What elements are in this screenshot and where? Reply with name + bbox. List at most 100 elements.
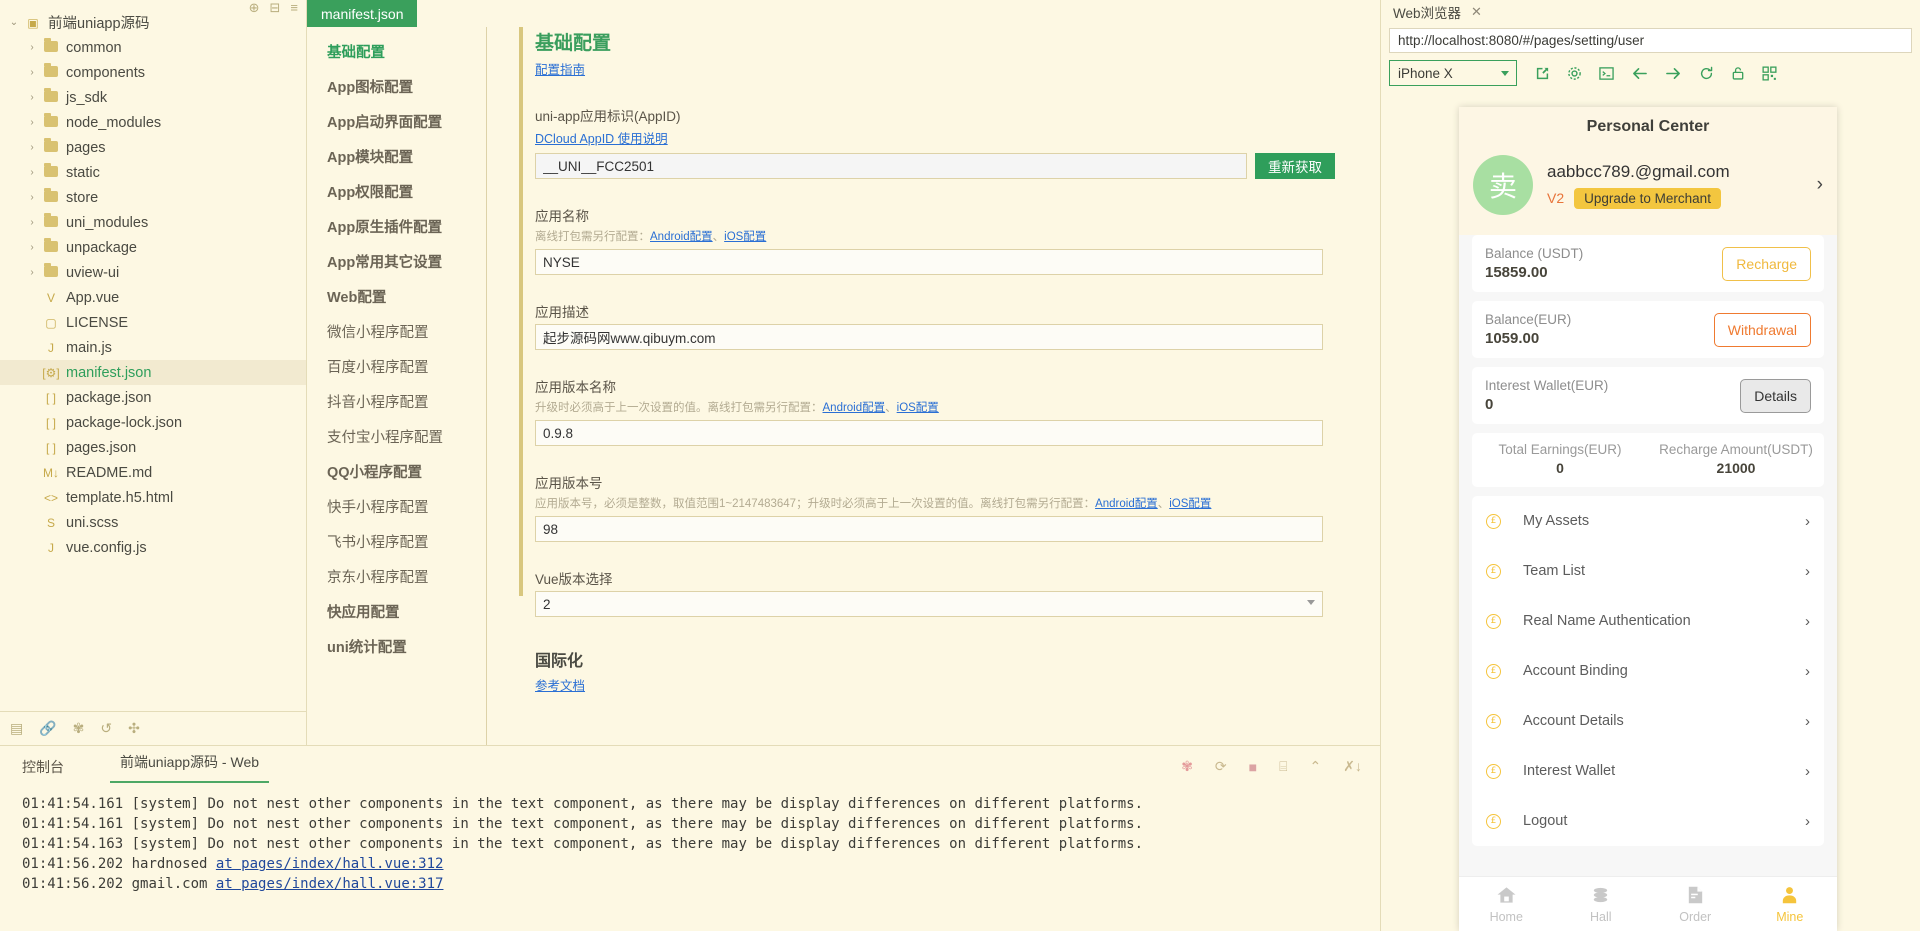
menu-item-account-binding[interactable]: £Account Binding› (1472, 646, 1824, 696)
tree-item-pages-json[interactable]: [ ]pages.json (0, 435, 306, 460)
chevron-down-icon[interactable]: ⌄ (6, 17, 22, 28)
config-nav-item-App图标配置[interactable]: App图标配置 (307, 71, 486, 106)
menu-item-account-details[interactable]: £Account Details› (1472, 696, 1824, 746)
versionname-input[interactable] (535, 420, 1323, 446)
bug-icon[interactable]: ✾ (73, 720, 85, 737)
config-nav-item-App权限配置[interactable]: App权限配置 (307, 176, 486, 211)
collapse-icon[interactable]: ⊟ (270, 1, 281, 14)
popout-icon[interactable] (1535, 66, 1550, 81)
tree-item-package-json[interactable]: [ ]package.json (0, 385, 306, 410)
config-nav-item-App原生插件配置[interactable]: App原生插件配置 (307, 211, 486, 246)
config-nav-item-百度小程序配置[interactable]: 百度小程序配置 (307, 351, 486, 386)
tab-manifest-json[interactable]: manifest.json (307, 0, 417, 27)
ios-config-link-3[interactable]: iOS配置 (1169, 498, 1211, 510)
qrcode-icon[interactable] (1762, 66, 1777, 81)
chevron-right-icon[interactable]: › (24, 92, 40, 103)
config-nav-item-飞书小程序配置[interactable]: 飞书小程序配置 (307, 526, 486, 561)
chevron-right-icon[interactable]: › (24, 117, 40, 128)
tree-item-uview-ui[interactable]: ›uview-ui (0, 260, 306, 285)
browser-tab[interactable]: Web浏览器 ✕ (1387, 2, 1488, 22)
upgrade-to-merchant-button[interactable]: Upgrade to Merchant (1574, 188, 1721, 209)
config-guide-link[interactable]: 配置指南 (535, 63, 585, 77)
link-icon[interactable]: 🔗 (39, 720, 56, 737)
console-tab-web[interactable]: 前端uniapp源码 - Web (110, 752, 269, 783)
chevron-right-icon[interactable]: › (1817, 174, 1823, 196)
tree-item-app-vue[interactable]: VApp.vue (0, 285, 306, 310)
regenerate-appid-button[interactable]: 重新获取 (1255, 153, 1335, 179)
i18n-doc-link[interactable]: 参考文档 (535, 679, 585, 693)
config-nav-item-uni统计配置[interactable]: uni统计配置 (307, 631, 486, 666)
config-nav-item-App启动界面配置[interactable]: App启动界面配置 (307, 106, 486, 141)
tree-item-uni-scss[interactable]: Suni.scss (0, 510, 306, 535)
tree-item-store[interactable]: ›store (0, 185, 306, 210)
stop-icon[interactable]: ■ (1249, 759, 1257, 775)
refresh-icon[interactable]: ↺ (100, 720, 112, 737)
tree-item-node-modules[interactable]: ›node_modules (0, 110, 306, 135)
chevron-right-icon[interactable]: › (24, 267, 40, 278)
chevron-right-icon[interactable]: › (24, 42, 40, 53)
config-nav-item-抖音小程序配置[interactable]: 抖音小程序配置 (307, 386, 486, 421)
console-source-link[interactable]: at pages/index/hall.vue:312 (216, 856, 444, 872)
tree-item-unpackage[interactable]: ›unpackage (0, 235, 306, 260)
tree-item-vue-config-js[interactable]: Jvue.config.js (0, 535, 306, 560)
tree-item-license[interactable]: ▢LICENSE (0, 310, 306, 335)
menu-icon[interactable]: ≡ (290, 1, 298, 14)
details-button[interactable]: Details (1740, 379, 1811, 413)
forward-icon[interactable] (1665, 66, 1682, 81)
plugins-icon[interactable]: ✣ (128, 720, 140, 737)
console-icon[interactable] (1599, 66, 1614, 81)
chevron-right-icon[interactable]: › (24, 217, 40, 228)
tree-item-template-h5-html[interactable]: <>template.h5.html (0, 485, 306, 510)
tabbar-item-order[interactable]: Order (1648, 877, 1743, 931)
chevron-right-icon[interactable]: › (24, 242, 40, 253)
tabbar-item-home[interactable]: Home (1459, 877, 1554, 931)
address-bar-input[interactable] (1389, 28, 1912, 53)
appid-input[interactable] (535, 153, 1247, 179)
tree-item-manifest-json[interactable]: [⚙]manifest.json (0, 360, 306, 385)
appname-input[interactable] (535, 249, 1323, 275)
config-nav-item-基础配置[interactable]: 基础配置 (307, 36, 486, 71)
settings-icon[interactable] (1567, 66, 1582, 81)
tabbar-item-hall[interactable]: Hall (1554, 877, 1649, 931)
console-source-link[interactable]: at pages/index/hall.vue:317 (216, 876, 444, 892)
menu-item-real-name-authentication[interactable]: £Real Name Authentication› (1472, 596, 1824, 646)
tree-item-readme-md[interactable]: M↓README.md (0, 460, 306, 485)
config-nav-item-App常用其它设置[interactable]: App常用其它设置 (307, 246, 486, 281)
clear-icon[interactable]: ✗↓ (1343, 758, 1362, 775)
dcloud-appid-link[interactable]: DCloud AppID 使用说明 (535, 132, 668, 146)
chevron-right-icon[interactable]: › (24, 142, 40, 153)
chevron-right-icon[interactable]: › (24, 192, 40, 203)
recharge-button[interactable]: Recharge (1722, 247, 1811, 281)
android-config-link-1[interactable]: Android配置 (650, 231, 713, 243)
collapse-up-icon[interactable]: ⌃ (1310, 758, 1322, 775)
run-icon[interactable]: ⟳ (1215, 758, 1227, 775)
device-selector[interactable]: iPhone X (1389, 60, 1517, 86)
tree-item-components[interactable]: ›components (0, 60, 306, 85)
config-nav-item-QQ小程序配置[interactable]: QQ小程序配置 (307, 456, 486, 491)
preview-profile-row[interactable]: 卖 aabbcc789.@gmail.com V2 Upgrade to Mer… (1459, 147, 1837, 235)
menu-item-logout[interactable]: £Logout› (1472, 796, 1824, 846)
close-icon[interactable]: ✕ (1471, 4, 1482, 20)
android-config-link-2[interactable]: Android配置 (823, 402, 886, 414)
back-icon[interactable] (1631, 66, 1648, 81)
tabbar-item-mine[interactable]: Mine (1743, 877, 1838, 931)
appdesc-input[interactable] (535, 324, 1323, 350)
config-nav-item-快手小程序配置[interactable]: 快手小程序配置 (307, 491, 486, 526)
tree-item-js-sdk[interactable]: ›js_sdk (0, 85, 306, 110)
menu-item-my-assets[interactable]: £My Assets› (1472, 496, 1824, 546)
android-config-link-3[interactable]: Android配置 (1095, 498, 1158, 510)
menu-item-interest-wallet[interactable]: £Interest Wallet› (1472, 746, 1824, 796)
config-nav-item-Web配置[interactable]: Web配置 (307, 281, 486, 316)
tree-item-static[interactable]: ›static (0, 160, 306, 185)
tree-item-main-js[interactable]: Jmain.js (0, 335, 306, 360)
tree-item-pages[interactable]: ›pages (0, 135, 306, 160)
vue-version-select[interactable]: 23 (535, 591, 1323, 617)
menu-item-team-list[interactable]: £Team List› (1472, 546, 1824, 596)
files-icon[interactable]: ▤ (10, 720, 23, 737)
config-nav-item-快应用配置[interactable]: 快应用配置 (307, 596, 486, 631)
config-nav-item-支付宝小程序配置[interactable]: 支付宝小程序配置 (307, 421, 486, 456)
tree-item-common[interactable]: ›common (0, 35, 306, 60)
config-nav-item-京东小程序配置[interactable]: 京东小程序配置 (307, 561, 486, 596)
bug-icon[interactable]: ✾ (1181, 758, 1193, 775)
ios-config-link-2[interactable]: iOS配置 (897, 402, 939, 414)
